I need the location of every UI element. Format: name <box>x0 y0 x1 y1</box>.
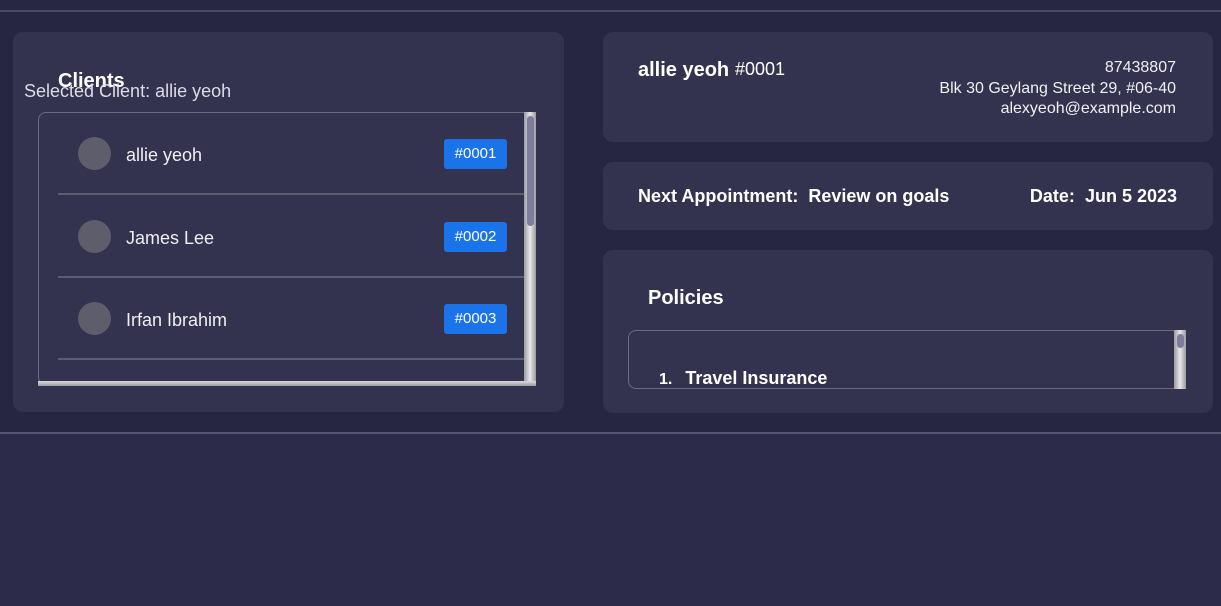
detail-client-id: #0001 <box>735 59 786 79</box>
client-name: allie yeoh <box>126 145 203 165</box>
policies-title: Policies <box>648 287 724 309</box>
policy-name: Travel Insurance <box>685 368 828 388</box>
next-appointment: Next Appointment: Review on goals <box>638 186 949 207</box>
detail-phone: 87438807 <box>1104 59 1176 76</box>
client-id-badge: #0003 <box>444 304 507 334</box>
detail-address: Blk 30 Geylang Street 29, #06-40 <box>939 79 1176 97</box>
policy-list-scroll-thumb[interactable] <box>1177 334 1184 348</box>
policies-panel: Policies 1. Travel Insurance <box>603 250 1213 413</box>
selected-client-status: Selected Client: allie yeoh <box>24 81 232 101</box>
client-id-badge: #0001 <box>444 139 507 169</box>
avatar <box>78 302 111 335</box>
date-value: Jun 5 2023 <box>1084 186 1177 206</box>
status-area <box>0 434 1221 606</box>
client-row[interactable]: James Lee #0002 <box>58 196 524 278</box>
appointment-value: Review on goals <box>808 186 950 206</box>
policy-list[interactable]: 1. Travel Insurance <box>628 330 1186 389</box>
client-detail-panel: allie yeoh #0001 87438807 Blk 30 Geylang… <box>603 32 1213 142</box>
client-row[interactable]: Irfan Ibrahim #0003 <box>58 278 524 360</box>
client-row[interactable]: allie yeoh #0001 <box>58 113 524 195</box>
avatar <box>78 137 111 170</box>
date-label: Date: <box>1029 186 1075 206</box>
client-list[interactable]: allie yeoh #0001 James Lee #0002 Irfan I… <box>38 112 536 385</box>
appointment-panel: Next Appointment: Review on goals Date: … <box>603 162 1213 230</box>
appointment-label: Next Appointment: <box>638 186 799 206</box>
client-id-badge: #0002 <box>444 222 507 252</box>
detail-email: alexyeoh@example.com <box>1000 100 1176 117</box>
client-list-horizontal-scrollbar[interactable] <box>38 381 536 386</box>
client-name: James Lee <box>126 228 215 248</box>
contact-info: 87438807 Blk 30 Geylang Street 29, #06-4… <box>939 58 1176 120</box>
detail-client-name: allie yeoh <box>638 59 730 81</box>
avatar <box>78 220 111 253</box>
policy-number: 1. <box>659 371 673 388</box>
policy-item[interactable]: 1. Travel Insurance <box>659 368 828 388</box>
client-name: Irfan Ibrahim <box>126 310 228 330</box>
client-list-scroll-thumb[interactable] <box>527 116 534 226</box>
appointment-date: Date: Jun 5 2023 <box>1030 186 1177 207</box>
